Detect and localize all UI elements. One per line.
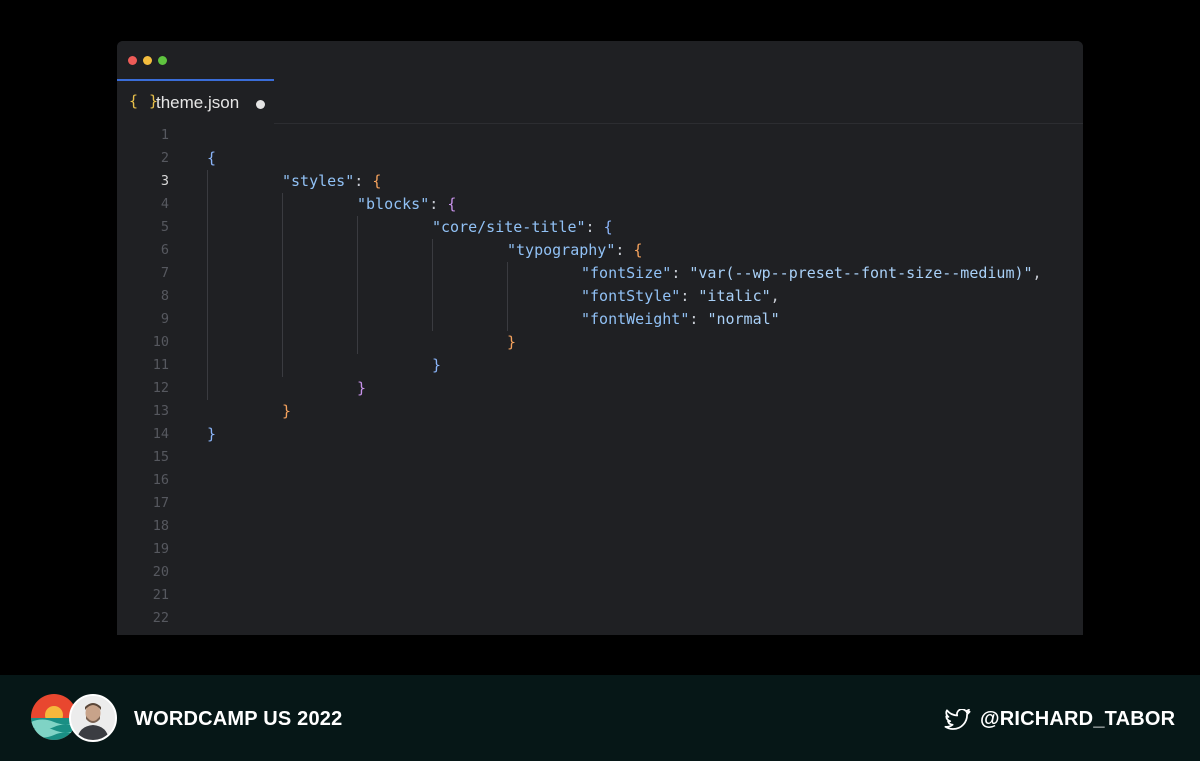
code-line: "fontStyle": "italic",	[581, 285, 780, 308]
open-brace: {	[633, 241, 643, 259]
unsaved-changes-dot-icon[interactable]	[256, 100, 265, 109]
code-line: }	[357, 377, 366, 400]
comma: ,	[770, 287, 780, 305]
colon: :	[585, 218, 604, 236]
open-brace: {	[603, 218, 613, 236]
colon: :	[615, 241, 634, 259]
code-line: "typography": {	[507, 239, 642, 262]
close-brace: }	[207, 425, 217, 443]
speaker-avatar	[69, 694, 117, 742]
code-line: }	[207, 423, 216, 446]
json-key: "fontSize"	[581, 264, 672, 282]
colon: :	[689, 310, 708, 328]
indent-guide	[507, 262, 508, 331]
comma: ,	[1032, 264, 1042, 282]
minimize-window-button[interactable]	[143, 56, 152, 65]
indent-guide	[207, 170, 208, 400]
tab-label: theme.json	[156, 93, 240, 112]
code-line: }	[282, 400, 291, 423]
close-brace: }	[432, 356, 442, 374]
indent-guide	[432, 239, 433, 331]
code-line: "blocks": {	[357, 193, 456, 216]
colon: :	[671, 264, 690, 282]
window-titlebar	[117, 41, 1083, 79]
close-window-button[interactable]	[128, 56, 137, 65]
json-file-icon: { }	[129, 92, 160, 110]
colon: :	[354, 172, 373, 190]
twitter-icon	[944, 709, 971, 730]
code-line: "fontWeight": "normal"	[581, 308, 780, 331]
json-key: "fontStyle"	[581, 287, 681, 305]
json-key: "core/site-title"	[432, 218, 586, 236]
indent-guide	[282, 193, 283, 377]
code-line: "fontSize": "var(--wp--preset--font-size…	[581, 262, 1042, 285]
editor-window: { } theme.json 1 2 3 4 5 6 7 8 9 10 11 1…	[117, 41, 1083, 635]
json-string-value: "var(--wp--preset--font-size--medium)"	[689, 264, 1033, 282]
tab-theme-json[interactable]: { } theme.json	[117, 79, 274, 124]
json-key: "blocks"	[357, 195, 430, 213]
open-brace: {	[447, 195, 457, 213]
close-brace: }	[357, 379, 367, 397]
code-line: {	[207, 147, 216, 170]
open-brace: {	[207, 149, 217, 167]
json-key: "fontWeight"	[581, 310, 690, 328]
code-line: }	[432, 354, 441, 377]
code-line: "core/site-title": {	[432, 216, 613, 239]
json-key: "styles"	[282, 172, 355, 190]
json-key: "typography"	[507, 241, 616, 259]
code-line: }	[507, 331, 516, 354]
colon: :	[429, 195, 448, 213]
json-string-value: "italic"	[698, 287, 771, 305]
code-line: "styles": {	[282, 170, 381, 193]
close-brace: }	[507, 333, 517, 351]
tab-bar: { } theme.json	[117, 79, 1083, 124]
close-brace: }	[282, 402, 292, 420]
event-name: WORDCAMP US 2022	[134, 708, 343, 730]
code-area[interactable]: { "styles": { "blocks": { "core/site-tit…	[117, 124, 1083, 635]
open-brace: {	[372, 172, 382, 190]
twitter-handle[interactable]: @RICHARD_TABOR	[980, 708, 1175, 731]
indent-guide	[357, 216, 358, 354]
json-string-value: "normal"	[707, 310, 780, 328]
colon: :	[680, 287, 699, 305]
maximize-window-button[interactable]	[158, 56, 167, 65]
